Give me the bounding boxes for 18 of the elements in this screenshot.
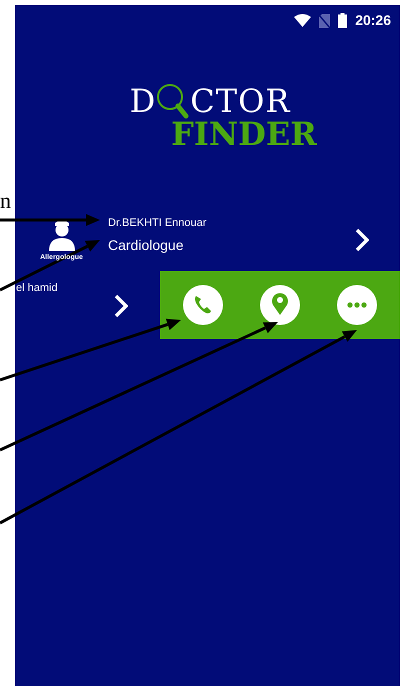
magnifier-icon — [156, 83, 190, 121]
logo-text: D — [130, 84, 156, 118]
phone-button[interactable] — [183, 285, 224, 325]
doctor-name: Dr.BEKHTI Ennouar — [108, 216, 208, 230]
more-button[interactable] — [336, 285, 377, 325]
status-time: 20:26 — [355, 11, 391, 30]
doctor-name: el hamid — [16, 281, 58, 295]
wifi-icon — [294, 14, 312, 27]
battery-icon — [338, 13, 348, 28]
location-button[interactable] — [260, 285, 300, 325]
doctor-avatar-icon — [48, 218, 74, 250]
chevron-right-icon[interactable] — [114, 294, 128, 318]
no-sim-icon — [319, 14, 330, 28]
doctor-specialty: Cardiologue — [108, 236, 184, 254]
logo-subtitle: FINDER — [171, 117, 317, 151]
logo-text: CTOR — [190, 84, 290, 118]
chevron-right-icon[interactable] — [355, 228, 369, 252]
annotation-text: n — [0, 190, 12, 212]
